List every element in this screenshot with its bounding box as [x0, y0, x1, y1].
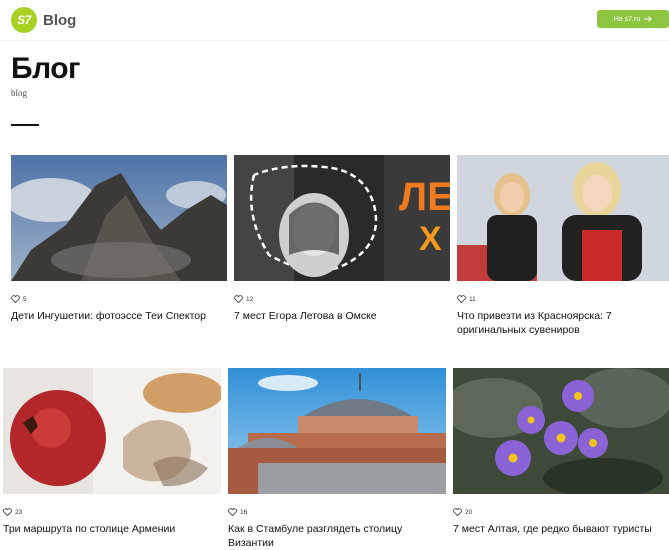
- article-title[interactable]: Как в Стамбуле разглядеть столицу Визант…: [228, 522, 446, 550]
- title-divider: [11, 124, 39, 126]
- article-title[interactable]: 7 мест Алтая, где редко бывают туристы: [453, 522, 669, 536]
- heart-icon: [11, 295, 20, 303]
- likes-counter[interactable]: 20: [453, 508, 669, 516]
- pomegranate-photo[interactable]: [3, 368, 221, 494]
- article-card[interactable]: 20 7 мест Алтая, где редко бывают турист…: [453, 368, 669, 536]
- svg-text:Х: Х: [419, 220, 442, 258]
- article-card[interactable]: ЛЕ Х 12 7 мест Егора Летова в Омске: [234, 155, 450, 323]
- likes-counter[interactable]: 16: [228, 508, 446, 516]
- likes-count: 12: [246, 295, 254, 303]
- two-girls-photo[interactable]: [457, 155, 669, 281]
- likes-counter[interactable]: 11: [457, 295, 669, 303]
- heart-icon: [3, 508, 12, 516]
- heart-icon: [453, 508, 462, 516]
- likes-counter[interactable]: 12: [234, 295, 450, 303]
- likes-count: 20: [465, 508, 473, 516]
- logo-text: Blog: [43, 11, 77, 29]
- mountain-clouds-photo[interactable]: [11, 155, 227, 281]
- likes-counter[interactable]: 5: [11, 295, 227, 303]
- heart-icon: [457, 295, 466, 303]
- collage-portrait-photo[interactable]: ЛЕ Х: [234, 155, 450, 281]
- page-title: Блог: [11, 52, 81, 85]
- likes-count: 5: [23, 295, 27, 303]
- logo-mark-icon: S7: [11, 7, 37, 33]
- article-card[interactable]: 5 Дети Ингушетии: фотоэссе Теи Спектор: [11, 155, 227, 323]
- cta-label: На s7.ru: [613, 15, 641, 23]
- article-title[interactable]: Что привезти из Красноярска: 7 оригиналь…: [457, 309, 669, 337]
- arrow-right-icon: [644, 16, 652, 22]
- article-card[interactable]: 11 Что привезти из Красноярска: 7 оригин…: [457, 155, 669, 337]
- likes-count: 23: [15, 508, 23, 516]
- article-title[interactable]: Три маршрута по столице Армении: [3, 522, 221, 536]
- likes-count: 11: [469, 295, 476, 303]
- hagia-sophia-photo[interactable]: [228, 368, 446, 494]
- header: S7 Blog На s7.ru: [0, 0, 669, 41]
- article-card[interactable]: 16 Как в Стамбуле разглядеть столицу Виз…: [228, 368, 446, 550]
- article-card[interactable]: 23 Три маршрута по столице Армении: [3, 368, 221, 536]
- svg-text:ЛЕ: ЛЕ: [399, 175, 450, 219]
- article-title[interactable]: 7 мест Егора Летова в Омске: [234, 309, 450, 323]
- article-title[interactable]: Дети Ингушетии: фотоэссе Теи Спектор: [11, 309, 227, 323]
- purple-flowers-photo[interactable]: [453, 368, 669, 494]
- heart-icon: [228, 508, 237, 516]
- go-to-s7-button[interactable]: На s7.ru: [597, 10, 669, 28]
- likes-count: 16: [240, 508, 248, 516]
- logo[interactable]: S7 Blog: [11, 7, 76, 33]
- heart-icon: [234, 295, 243, 303]
- page-subtitle: blog: [11, 88, 28, 98]
- likes-counter[interactable]: 23: [3, 508, 221, 516]
